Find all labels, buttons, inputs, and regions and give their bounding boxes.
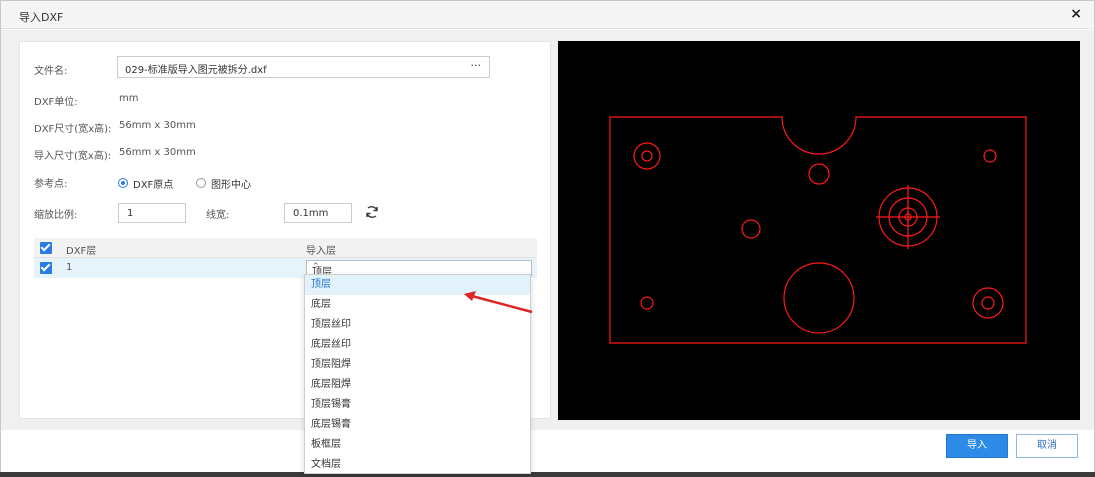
- mount-hole: [633, 142, 661, 170]
- browse-button[interactable]: ···: [471, 59, 482, 72]
- large-hole: [783, 262, 855, 334]
- dialog-footer: 导入 取消: [1, 430, 1094, 473]
- import-size-value: 56mm x 30mm: [119, 147, 196, 158]
- unit-value: mm: [119, 93, 139, 104]
- dropdown-option[interactable]: 文档层: [305, 455, 530, 475]
- radio-dxf-origin-label: DXF原点: [133, 179, 174, 191]
- annotation-arrow: [464, 291, 533, 314]
- scale-value: 1: [127, 208, 134, 219]
- unit-label: DXF单位:: [34, 97, 78, 108]
- board-outline: [609, 116, 1027, 344]
- title-bar: 导入DXF ×: [1, 1, 1094, 29]
- file-name-field[interactable]: 029-标准版导入图元被拆分.dxf ···: [117, 56, 490, 78]
- dropdown-option[interactable]: 顶层丝印: [305, 315, 530, 335]
- linewidth-label: 线宽:: [206, 210, 230, 221]
- mount-hole: [972, 287, 1004, 319]
- import-size-label: 导入尺寸(宽x高):: [34, 151, 112, 162]
- linewidth-input[interactable]: 0.1mm: [284, 203, 352, 223]
- scale-label: 缩放比例:: [34, 210, 78, 221]
- mount-hole-inner: [641, 150, 653, 162]
- dropdown-option[interactable]: 底层阻焊: [305, 375, 530, 395]
- radio-shape-center[interactable]: 图形中心: [196, 176, 251, 191]
- radio-shape-center-label: 图形中心: [211, 179, 251, 191]
- header-dxf-layer: DXF层: [66, 246, 97, 257]
- table-header: DXF层 导入层: [34, 238, 537, 258]
- import-button[interactable]: 导入: [946, 434, 1008, 458]
- dialog-title: 导入DXF: [19, 11, 64, 24]
- mount-hole: [983, 149, 997, 163]
- fiducial-target: [876, 185, 940, 249]
- file-name-value: 029-标准版导入图元被拆分.dxf: [125, 65, 267, 76]
- dropdown-option[interactable]: 底层丝印: [305, 335, 530, 355]
- chevron-up-icon: ⌃: [312, 262, 320, 272]
- header-import-layer: 导入层: [306, 246, 336, 257]
- import-dxf-dialog: 导入DXF × 文件名: 029-标准版导入图元被拆分.dxf ··· DXF单…: [0, 0, 1095, 473]
- dxf-preview-canvas: [558, 41, 1080, 420]
- linewidth-value: 0.1mm: [293, 208, 329, 219]
- dropdown-option[interactable]: 顶层锡膏: [305, 395, 530, 415]
- radio-unselected-icon: [196, 178, 206, 188]
- cancel-button[interactable]: 取消: [1016, 434, 1078, 458]
- row-dxf-layer: 1: [66, 262, 73, 273]
- reference-point-label: 参考点:: [34, 179, 68, 190]
- dropdown-option[interactable]: 顶层阻焊: [305, 355, 530, 375]
- dropdown-option[interactable]: 板框层: [305, 435, 530, 455]
- select-all-checkbox[interactable]: [40, 242, 52, 254]
- dxf-size-label: DXF尺寸(宽x高):: [34, 124, 112, 135]
- mount-hole: [741, 219, 761, 239]
- dxf-size-value: 56mm x 30mm: [119, 120, 196, 131]
- mount-hole: [808, 163, 830, 185]
- dropdown-option[interactable]: 底层锡膏: [305, 415, 530, 435]
- background-app-strip: [0, 472, 1095, 477]
- file-label: 文件名:: [34, 66, 68, 77]
- row-checkbox[interactable]: [40, 262, 52, 274]
- refresh-icon[interactable]: [364, 204, 380, 220]
- layer-table: DXF层 导入层 1 顶层 ⌃: [34, 238, 537, 278]
- dialog-body: 文件名: 029-标准版导入图元被拆分.dxf ··· DXF单位: mm DX…: [1, 30, 1094, 430]
- mount-hole-inner: [981, 296, 995, 310]
- close-icon[interactable]: ×: [1070, 6, 1082, 22]
- scale-input[interactable]: 1: [118, 203, 186, 223]
- radio-dxf-origin[interactable]: DXF原点: [118, 176, 174, 191]
- radio-selected-icon: [118, 178, 128, 188]
- mount-hole: [640, 296, 654, 310]
